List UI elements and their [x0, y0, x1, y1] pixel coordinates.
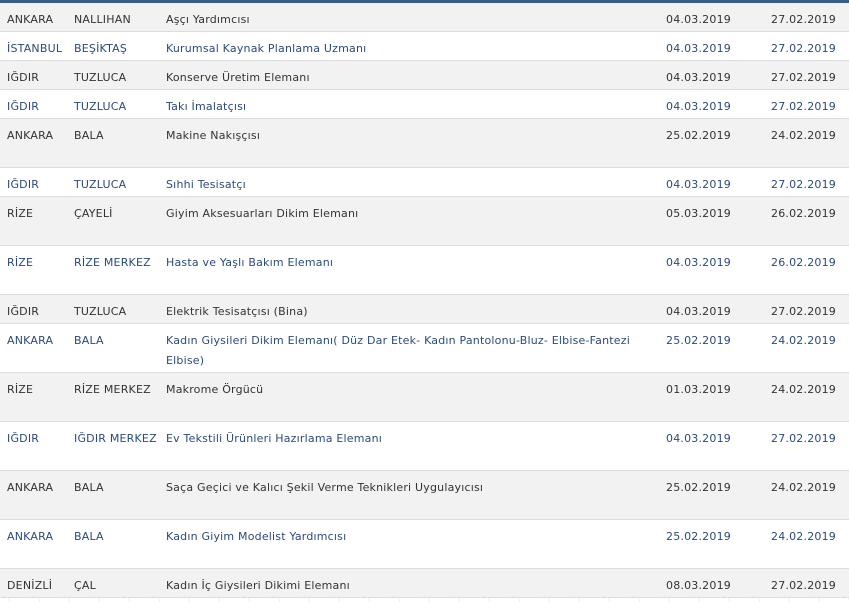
district-cell: RİZE MERKEZ	[74, 383, 151, 396]
start-date-cell: 08.03.2019	[666, 579, 731, 592]
city-cell: RİZE	[7, 207, 34, 220]
profession-cell: Sıhhi Tesisatçı	[166, 178, 246, 191]
profession-cell: Saça Geçici ve Kalıcı Şekil Verme Teknik…	[166, 481, 484, 494]
start-date-cell: 01.03.2019	[666, 383, 731, 396]
district-cell: NALLIHAN	[74, 13, 131, 26]
city-cell: RİZE	[7, 256, 34, 269]
city-cell: ANKARA	[7, 129, 54, 142]
table-row[interactable]: IĞDIR IĞDIR MERKEZ Ev Tekstili Ürünleri …	[0, 422, 849, 471]
start-date-cell: 04.03.2019	[666, 256, 731, 269]
start-date-cell: 25.02.2019	[666, 481, 731, 494]
table-row[interactable]: RİZE ÇAYELİ Giyim Aksesuarları Dikim Ele…	[0, 197, 849, 246]
city-cell: ANKARA	[7, 481, 54, 494]
end-date-cell: 27.02.2019	[771, 432, 836, 445]
profession-cell: Makine Nakışçısı	[166, 129, 261, 142]
profession-cell: Konserve Üretim Elemanı	[166, 71, 310, 84]
city-cell: DENİZLİ	[7, 579, 53, 592]
city-cell: İSTANBUL	[7, 42, 63, 55]
end-date-cell: 24.02.2019	[771, 530, 836, 543]
end-date-cell: 26.02.2019	[771, 207, 836, 220]
profession-cell: Makrome Örgücü	[166, 383, 264, 396]
table-row[interactable]: ANKARA BALA Saça Geçici ve Kalıcı Şekil …	[0, 471, 849, 520]
course-list-table: ANKARA NALLIHAN Aşçı Yardımcısı 04.03.20…	[0, 3, 849, 598]
end-date-cell: 24.02.2019	[771, 334, 836, 347]
profession-cell: Kurumsal Kaynak Planlama Uzmanı	[166, 42, 367, 55]
profession-cell: Hasta ve Yaşlı Bakım Elemanı	[166, 256, 334, 269]
end-date-cell: 27.02.2019	[771, 42, 836, 55]
start-date-cell: 04.03.2019	[666, 42, 731, 55]
profession-cell: Ev Tekstili Ürünleri Hazırlama Elemanı	[166, 432, 383, 445]
table-row[interactable]: ANKARA BALA Kadın Giysileri Dikim Eleman…	[0, 324, 849, 373]
table-row[interactable]: RİZE RİZE MERKEZ Makrome Örgücü 01.03.20…	[0, 373, 849, 422]
profession-cell: Aşçı Yardımcısı	[166, 13, 250, 26]
district-cell: IĞDIR MERKEZ	[74, 432, 157, 445]
end-date-cell: 26.02.2019	[771, 256, 836, 269]
end-date-cell: 27.02.2019	[771, 579, 836, 592]
profession-cell: Kadın Giysileri Dikim Elemanı( Düz Dar E…	[166, 334, 630, 367]
district-cell: ÇAYELİ	[74, 207, 113, 220]
end-date-cell: 27.02.2019	[771, 13, 836, 26]
start-date-cell: 25.02.2019	[666, 334, 731, 347]
profession-cell: Kadın Giyim Modelist Yardımcısı	[166, 530, 347, 543]
start-date-cell: 04.03.2019	[666, 432, 731, 445]
table-row[interactable]: ANKARA BALA Makine Nakışçısı 25.02.2019 …	[0, 119, 849, 168]
table-row[interactable]: ANKARA NALLIHAN Aşçı Yardımcısı 04.03.20…	[0, 3, 849, 32]
district-cell: BEŞİKTAŞ	[74, 42, 128, 55]
start-date-cell: 04.03.2019	[666, 100, 731, 113]
city-cell: IĞDIR	[7, 100, 40, 113]
city-cell: IĞDIR	[7, 71, 40, 84]
start-date-cell: 25.02.2019	[666, 530, 731, 543]
decorative-background-pattern	[0, 594, 849, 602]
end-date-cell: 27.02.2019	[771, 100, 836, 113]
end-date-cell: 27.02.2019	[771, 71, 836, 84]
city-cell: IĞDIR	[7, 178, 40, 191]
city-cell: IĞDIR	[7, 432, 40, 445]
district-cell: RİZE MERKEZ	[74, 256, 151, 269]
start-date-cell: 25.02.2019	[666, 129, 731, 142]
end-date-cell: 24.02.2019	[771, 481, 836, 494]
district-cell: TUZLUCA	[74, 100, 127, 113]
end-date-cell: 27.02.2019	[771, 178, 836, 191]
table-row[interactable]: IĞDIR TUZLUCA Elektrik Tesisatçısı (Bina…	[0, 295, 849, 324]
city-cell: ANKARA	[7, 530, 54, 543]
table-row[interactable]: IĞDIR TUZLUCA Sıhhi Tesisatçı 04.03.2019…	[0, 168, 849, 197]
table-row[interactable]: IĞDIR TUZLUCA Takı İmalatçısı 04.03.2019…	[0, 90, 849, 119]
district-cell: BALA	[74, 481, 104, 494]
profession-cell: Elektrik Tesisatçısı (Bina)	[166, 305, 308, 318]
district-cell: BALA	[74, 334, 104, 347]
district-cell: BALA	[74, 530, 104, 543]
start-date-cell: 04.03.2019	[666, 71, 731, 84]
start-date-cell: 04.03.2019	[666, 178, 731, 191]
district-cell: TUZLUCA	[74, 305, 127, 318]
profession-cell: Giyim Aksesuarları Dikim Elemanı	[166, 207, 359, 220]
start-date-cell: 04.03.2019	[666, 13, 731, 26]
start-date-cell: 04.03.2019	[666, 305, 731, 318]
end-date-cell: 24.02.2019	[771, 129, 836, 142]
city-cell: ANKARA	[7, 13, 54, 26]
district-cell: ÇAL	[74, 579, 96, 592]
table-row[interactable]: IĞDIR TUZLUCA Konserve Üretim Elemanı 04…	[0, 61, 849, 90]
city-cell: IĞDIR	[7, 305, 40, 318]
end-date-cell: 24.02.2019	[771, 383, 836, 396]
end-date-cell: 27.02.2019	[771, 305, 836, 318]
district-cell: TUZLUCA	[74, 178, 127, 191]
city-cell: RİZE	[7, 383, 34, 396]
table-row[interactable]: RİZE RİZE MERKEZ Hasta ve Yaşlı Bakım El…	[0, 246, 849, 295]
profession-cell: Kadın İç Giysileri Dikimi Elemanı	[166, 579, 350, 592]
district-cell: TUZLUCA	[74, 71, 127, 84]
city-cell: ANKARA	[7, 334, 54, 347]
table-row[interactable]: ANKARA BALA Kadın Giyim Modelist Yardımc…	[0, 520, 849, 569]
district-cell: BALA	[74, 129, 104, 142]
profession-cell: Takı İmalatçısı	[166, 100, 247, 113]
start-date-cell: 05.03.2019	[666, 207, 731, 220]
table-row[interactable]: İSTANBUL BEŞİKTAŞ Kurumsal Kaynak Planla…	[0, 32, 849, 61]
